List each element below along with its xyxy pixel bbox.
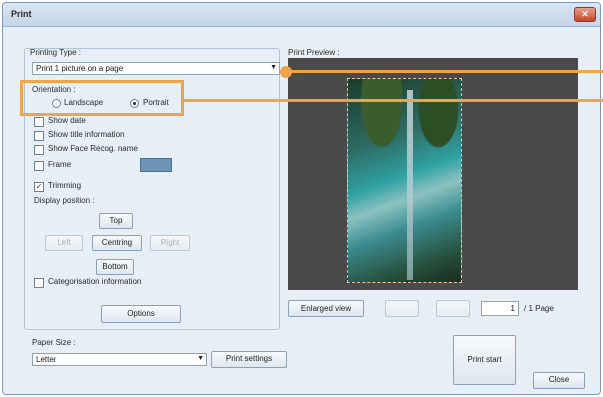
printing-type-dropdown[interactable]: Print 1 picture on a page ▼: [32, 62, 280, 75]
callout-line-dropdown: [290, 70, 603, 73]
position-right-button[interactable]: Right: [150, 235, 190, 251]
print-settings-button[interactable]: Print settings: [211, 351, 287, 368]
paper-size-dropdown[interactable]: Letter ▼: [32, 353, 207, 366]
paper-size-value: Letter: [36, 355, 57, 364]
enlarged-view-button[interactable]: Enlarged view: [288, 300, 364, 317]
print-preview-label: Print Preview :: [288, 48, 340, 57]
preview-photo: [347, 78, 462, 283]
show-face-recog-label: Show Face Recog. name: [48, 144, 138, 153]
frame-checkbox[interactable]: [34, 161, 44, 171]
window-close-icon[interactable]: ✕: [574, 7, 596, 22]
orientation-highlight: [20, 80, 184, 116]
position-top-button[interactable]: Top: [99, 213, 133, 229]
trimming-label: Trimming: [48, 181, 82, 190]
printing-type-value: Print 1 picture on a page: [36, 64, 124, 73]
categorisation-checkbox[interactable]: [34, 278, 44, 288]
show-date-checkbox[interactable]: [34, 117, 44, 127]
preview-photo-detail: [407, 90, 413, 280]
display-position-label: Display position :: [34, 196, 95, 205]
show-date-label: Show date: [48, 116, 86, 125]
total-pages-label: / 1 Page: [524, 304, 554, 313]
printing-type-label: Printing Type :: [30, 48, 81, 57]
chevron-down-icon: ▼: [270, 64, 277, 71]
callout-line-orientation: [184, 99, 603, 102]
previous-page-button[interactable]: [385, 300, 419, 317]
position-centring-button[interactable]: Centring: [92, 235, 142, 251]
categorisation-label: Categorisation information: [48, 277, 142, 286]
close-button[interactable]: Close: [533, 372, 585, 389]
window-title: Print: [11, 9, 32, 19]
options-button[interactable]: Options: [101, 305, 181, 323]
print-start-button[interactable]: Print start: [453, 335, 516, 385]
title-bar: Print ✕: [3, 3, 600, 27]
trimming-checkbox[interactable]: ✓: [34, 182, 44, 192]
frame-label: Frame: [48, 160, 72, 169]
show-title-label: Show title information: [48, 130, 125, 139]
position-bottom-button[interactable]: Bottom: [96, 259, 134, 275]
next-page-button[interactable]: [436, 300, 470, 317]
position-left-button[interactable]: Left: [45, 235, 83, 251]
paper-size-label: Paper Size :: [32, 338, 76, 347]
frame-color-swatch[interactable]: [140, 158, 172, 172]
page-number-input[interactable]: 1: [481, 301, 519, 316]
show-face-recog-checkbox[interactable]: [34, 145, 44, 155]
chevron-down-icon: ▼: [197, 355, 204, 362]
show-title-checkbox[interactable]: [34, 131, 44, 141]
